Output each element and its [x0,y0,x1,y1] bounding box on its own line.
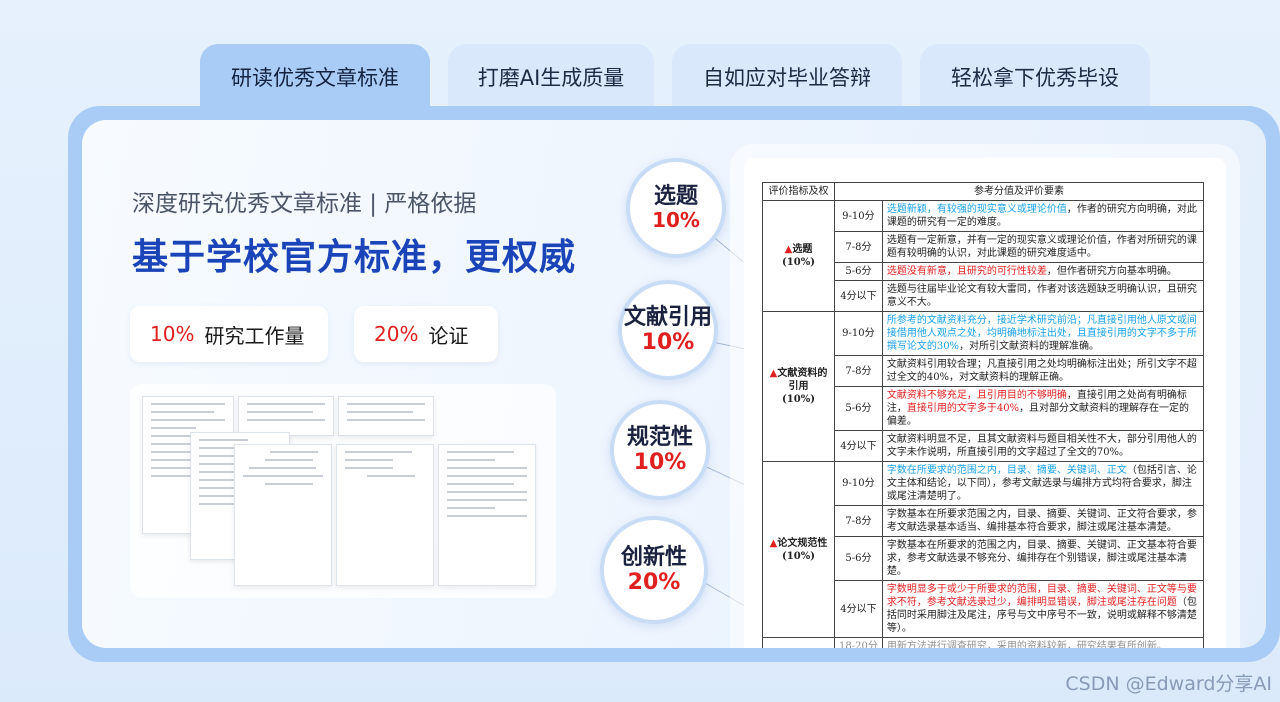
tab-bar: 研读优秀文章标准 打磨AI生成质量 自如应对毕业答辩 轻松拿下优秀毕设 [200,44,1150,110]
table-row: ▲选题 (10%) 9-10分 选题新颖，有较强的现实意义或理论价值，作者的研究方向明… [762,200,1205,312]
score-cell: 4分以下 [834,430,883,462]
description-text: ，对所引文献资料的理解准确。 [959,341,1100,352]
bubble-standard: 规范性 10% [610,400,710,500]
bubble-name: 规范性 [626,424,693,450]
description-cell: 字数明显多于或少于所要求的范围，目录、摘要、关键词、正文等与要求不符，参考文献选… [881,580,1205,638]
stat-card-workload: 10% 研究工作量 [130,306,328,362]
description-cell: 选题有一定新意，并有一定的现实意义或理论价值，作者对所研究的课题有较明确的认识，… [881,231,1205,263]
description-text: 文献资料引用较合理；凡直接引用之处均明确标注出处；所引文字不超过全文的40%，对… [886,359,1197,383]
table-category-cell: ▲论文创新性(20%) [762,637,835,648]
bubble-pct: 20% [627,570,681,595]
content-panel: 深度研究优秀文章标准 | 严格依据 基于学校官方标准，更权威 10% 研究工作量… [68,106,1280,662]
description-text: 选题新颖，有较强的现实意义或理论价值 [886,204,1067,215]
description-text: 字数明显多于或少于所要求的范围，目录、摘要、关键词、正文等与要求不符，参考文献选… [886,584,1197,608]
description-text: 字数基本在所要求范围之内，目录、摘要、关键词、正文符合要求，参考文献选录基本适当… [886,509,1197,533]
table-category-cell: ▲文献资料的引用 (10%) [762,311,835,462]
description-text: 字数在所要求的范围之内，目录、摘要、关键词、正文 [886,465,1127,476]
table-category-cell: ▲论文规范性 (10%) [762,461,835,638]
description-cell: 用新方法进行调查研究，采用的资料较新，研究结果有所创新。 [881,637,1205,648]
table-row: ▲论文规范性 (10%) 9-10分 字数在所要求的范围之内，目录、摘要、关键词、正文… [762,461,1205,638]
category-name: 文献资料的引用 [777,368,828,392]
category-weight: (10%) [782,394,815,405]
table-row: ▲论文创新性(20%)18-20分用新方法进行调查研究，采用的资料较新，研究结果… [762,637,1205,648]
score-cell: 4分以下 [834,280,883,312]
description-text: 字数基本在所要求的范围之内，目录、摘要、关键词、正文基本符合要求，参考文献选录不… [886,540,1197,577]
description-cell: 字数在所要求的范围之内，目录、摘要、关键词、正文（包括引言、论文主体和结论，以下… [881,461,1205,506]
score-cell: 4分以下 [834,580,883,638]
description-cell: 字数基本在所要求范围之内，目录、摘要、关键词、正文符合要求，参考文献选录基本适当… [881,505,1205,537]
evaluation-table-card: 评价指标及权 参考分值及评价要素 ▲选题 (10%) 9-10分 选题新颖，有较强的现… [744,158,1226,648]
score-cell: 5-6分 [834,386,883,431]
bubble-pct: 10% [633,450,687,475]
tab-3[interactable]: 自如应对毕业答辩 [672,44,902,110]
bubble-pct: 10% [652,208,700,233]
description-cell: 文献资料不够充足，且引用目的不够明确，直接引用之处尚有明确标注，直接引用的文字多… [881,386,1205,431]
description-text: 文献资料不够充足，且引用目的不够明确 [886,390,1067,401]
intro-subtitle: 深度研究优秀文章标准 | 严格依据 [132,191,477,217]
description-text: ，但作者研究方向基本明确。 [1046,266,1177,277]
doc-thumbnail [234,444,332,586]
intro-headline: 基于学校官方标准，更权威 [132,236,577,278]
description-cell: 文献资料引用较合理；凡直接引用之处均明确标注出处；所引文字不超过全文的40%，对… [881,355,1205,387]
score-cell: 7-8分 [834,355,883,387]
evaluation-table: 评价指标及权 参考分值及评价要素 ▲选题 (10%) 9-10分 选题新颖，有较强的现… [762,182,1205,648]
tab-2[interactable]: 打磨AI生成质量 [448,44,654,110]
category-name: 论文规范性 [777,537,828,549]
stat-label: 论证 [428,323,469,348]
watermark: CSDN @Edward分享AI [1065,673,1272,695]
score-cell: 18-20分 [834,637,883,648]
description-cell: 所参考的文献资料充分，接近学术研究前沿；凡直接引用他人原文或间接借用他人观点之处… [881,311,1205,356]
table-category-cell: ▲选题 (10%) [762,200,835,312]
description-text: 用新方法进行调查研究，采用的资料较新，研究结果有所创新。 [886,641,1167,648]
table-header: 评价指标及权 [762,182,835,201]
bubble-name: 文献引用 [623,304,712,330]
description-cell: 选题没有新意，且研究的可行性较差，但作者研究方向基本明确。 [881,262,1205,281]
stat-label: 研究工作量 [204,323,305,348]
bubble-citation: 文献引用 10% [618,280,718,380]
stat-pct: 20% [374,322,419,346]
doc-thumbnail [238,396,334,436]
category-weight: (10%) [782,550,815,562]
description-cell: 文献资料明显不足，且其文献资料与题目相关性不大，部分引用他人的文字未作说明，所直… [881,430,1205,462]
description-text: 直接引用的文字多于40% [906,403,1020,414]
doc-thumbnail [438,444,536,586]
stat-card-argument: 20% 论证 [354,306,498,362]
description-cell: 字数基本在所要求的范围之内，目录、摘要、关键词、正文基本符合要求，参考文献选录不… [881,536,1205,581]
table-row: ▲文献资料的引用 (10%) 9-10分 所参考的文献资料充分，接近学术研究前沿；凡直… [762,311,1205,462]
description-text: 选题有一定新意，并有一定的现实意义或理论价值，作者对所研究的课题有较明确的认识，… [886,235,1197,259]
bubble-topic: 选题 10% [626,158,726,258]
description-text: 选题没有新意，且研究的可行性较差 [886,266,1047,277]
bubble-name: 创新性 [620,544,687,570]
bubble-pct: 10% [641,330,695,355]
description-cell: 选题新颖，有较强的现实意义或理论价值，作者的研究方向明确，对此课题的研究有一定的… [881,200,1205,232]
stat-pct: 10% [150,322,195,346]
score-cell: 7-8分 [834,231,883,263]
bubble-name: 选题 [653,183,698,209]
content-panel-inner: 深度研究优秀文章标准 | 严格依据 基于学校官方标准，更权威 10% 研究工作量… [82,120,1266,648]
bubble-innovation: 创新性 20% [600,516,708,624]
doc-thumbnail [338,396,434,436]
score-cell: 9-10分 [834,311,883,356]
description-cell: 选题与往届毕业论文有较大雷同，作者对该选题缺乏明确认识，且研究意义不大。 [881,280,1205,312]
score-cell: 9-10分 [834,200,883,232]
score-cell: 5-6分 [834,262,883,281]
category-weight: (10%) [782,257,815,268]
tab-4[interactable]: 轻松拿下优秀毕设 [920,44,1150,110]
table-header: 参考分值及评价要素 [834,182,1204,201]
score-cell: 9-10分 [834,461,883,506]
tab-1[interactable]: 研读优秀文章标准 [200,44,430,110]
score-cell: 7-8分 [834,505,883,537]
table-header-row: 评价指标及权 参考分值及评价要素 [762,182,1204,201]
description-text: 文献资料明显不足，且其文献资料与题目相关性不大，部分引用他人的文字未作说明，所直… [886,434,1197,458]
category-name: 选题 [792,244,813,255]
thesis-thumbnails [130,384,556,598]
description-text: 选题与往届毕业论文有较大雷同，作者对该选题缺乏明确认识，且研究意义不大。 [886,284,1197,308]
doc-thumbnail [336,444,434,586]
score-cell: 5-6分 [834,536,883,581]
